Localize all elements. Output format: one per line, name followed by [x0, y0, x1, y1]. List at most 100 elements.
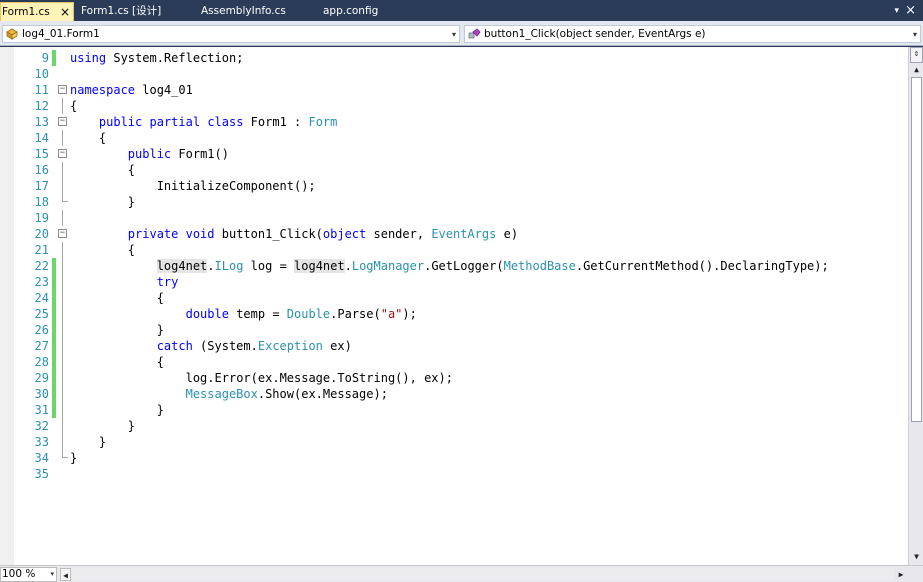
collapse-outline-icon[interactable]: −	[58, 149, 67, 158]
code-line[interactable]: 31 }	[0, 402, 908, 418]
code-line[interactable]: 18 }	[0, 194, 908, 210]
close-document-icon[interactable]: ×	[905, 2, 916, 20]
code-line[interactable]: 11− namespace log4_01	[0, 82, 908, 98]
code-line[interactable]: 9 using System.Reflection;	[0, 50, 908, 66]
code-line[interactable]: 13− public partial class Form1 : Form	[0, 114, 908, 130]
code-text: {	[70, 290, 164, 306]
code-editor[interactable]: ​ 9using System.Reflection;1011−namespac…	[0, 47, 908, 565]
vertical-scrollbar[interactable]: ⇕ ▲ ▼	[908, 47, 923, 565]
code-line[interactable]: 24 {	[0, 290, 908, 306]
horizontal-scrollbar[interactable]	[72, 568, 894, 581]
code-token: InitializeComponent	[156, 179, 294, 193]
chevron-down-icon[interactable]: ▾	[452, 27, 456, 42]
line-number: 30	[34, 387, 49, 401]
tab-label: AssemblyInfo.cs	[201, 5, 286, 17]
code-line[interactable]: 17 InitializeComponent();	[0, 178, 908, 194]
type-token: EventArgs	[431, 227, 497, 241]
collapse-outline-icon[interactable]: −	[58, 229, 67, 238]
code-token: .	[575, 259, 584, 273]
code-line[interactable]: 32 }	[0, 418, 908, 434]
code-line[interactable]: 29 log.Error(ex.Message.ToString(), ex);	[0, 370, 908, 386]
collapse-outline-icon[interactable]: −	[58, 117, 67, 126]
outline-guide	[62, 258, 63, 274]
code-token: Message	[322, 387, 374, 401]
code-line[interactable]: 20− private void button1_Click(object se…	[0, 226, 908, 242]
change-tracking-bar	[52, 290, 56, 306]
code-token: (	[373, 307, 381, 321]
code-token: );	[438, 371, 453, 385]
code-text: }	[70, 194, 135, 210]
outline-guide	[62, 434, 63, 450]
code-line[interactable]: 34}	[0, 450, 908, 466]
code-line[interactable]: 10	[0, 66, 908, 82]
scrollbar-corner	[908, 566, 923, 582]
zoom-level-value: 100 %	[2, 568, 36, 580]
code-line[interactable]: 12 {	[0, 98, 908, 114]
chevron-down-icon[interactable]: ▾	[50, 568, 54, 581]
code-line[interactable]: 14 {	[0, 130, 908, 146]
code-text: }	[70, 322, 164, 338]
code-token: .	[207, 259, 215, 273]
code-token: Form1	[178, 147, 215, 161]
code-line[interactable]: 16 {	[0, 162, 908, 178]
line-number: 16	[34, 163, 49, 177]
scroll-left-icon[interactable]: ◀	[60, 568, 71, 581]
tab-app-config[interactable]: app.config	[321, 2, 391, 21]
code-token: ().	[698, 259, 721, 273]
outline-guide	[62, 210, 63, 226]
collapse-outline-icon[interactable]: −	[58, 85, 67, 94]
code-token: .	[257, 387, 266, 401]
code-line[interactable]: 15− public Form1()	[0, 146, 908, 162]
member-selector-combo[interactable]: button1_Click(object sender, EventArgs e…	[464, 25, 921, 43]
tab-assemblyinfo-cs[interactable]: AssemblyInfo.cs	[199, 2, 311, 21]
scroll-right-icon[interactable]: ▶	[895, 568, 907, 581]
class-icon	[6, 28, 18, 40]
code-token: {	[70, 355, 164, 369]
split-view-icon[interactable]: ⇕	[910, 47, 923, 63]
chevron-down-icon[interactable]: ▾	[913, 27, 917, 42]
outline-guide	[62, 338, 63, 354]
code-line[interactable]: 33 }	[0, 434, 908, 450]
code-line[interactable]: 21 {	[0, 242, 908, 258]
keyword-token: public	[127, 147, 172, 161]
active-files-dropdown-icon[interactable]: ▾	[894, 2, 899, 20]
outline-guide	[62, 290, 63, 306]
code-token: (	[315, 227, 323, 241]
type-selector-combo[interactable]: log4_01.Form1 ▾	[2, 25, 460, 43]
code-line[interactable]: 26 }	[0, 322, 908, 338]
scroll-down-icon[interactable]: ▼	[910, 550, 923, 563]
tab-close-icon[interactable]: ×	[60, 3, 70, 21]
code-token: ex	[424, 371, 439, 385]
code-token: =	[272, 259, 295, 273]
code-line[interactable]: 35	[0, 466, 908, 482]
code-token: .	[250, 339, 258, 353]
type-token: MethodBase	[503, 259, 576, 273]
code-token: System	[113, 51, 157, 65]
keyword-token: class	[207, 115, 244, 129]
code-token: Message	[279, 371, 331, 385]
code-line[interactable]: 25 double temp = Double.Parse("a");	[0, 306, 908, 322]
zoom-level-combo[interactable]: 100 % ▾	[0, 567, 57, 582]
code-token: Reflection	[163, 51, 237, 65]
code-line[interactable]: 23 try	[0, 274, 908, 290]
line-number: 12	[34, 99, 49, 113]
code-line[interactable]: 30 MessageBox.Show(ex.Message);	[0, 386, 908, 402]
line-number: 34	[34, 451, 49, 465]
code-line[interactable]: 28 {	[0, 354, 908, 370]
outline-guide	[62, 370, 63, 386]
tab-form1-cs[interactable]: Form1.cs ×	[0, 2, 74, 21]
code-line[interactable]: 22 log4net.ILog log = log4net.LogManager…	[0, 258, 908, 274]
tab-form1-designer[interactable]: Form1.cs [设计]	[79, 2, 187, 21]
code-text: try	[70, 274, 179, 290]
code-token: e	[503, 227, 511, 241]
line-number: 31	[34, 403, 49, 417]
change-tracking-bar	[52, 338, 56, 354]
keyword-token: using	[70, 51, 107, 65]
code-line[interactable]: 27 catch (System.Exception ex)	[0, 338, 908, 354]
code-line[interactable]: 19	[0, 210, 908, 226]
code-token: .	[315, 387, 323, 401]
vertical-scroll-thumb[interactable]	[911, 77, 922, 422]
scroll-up-icon[interactable]: ▲	[910, 63, 923, 76]
